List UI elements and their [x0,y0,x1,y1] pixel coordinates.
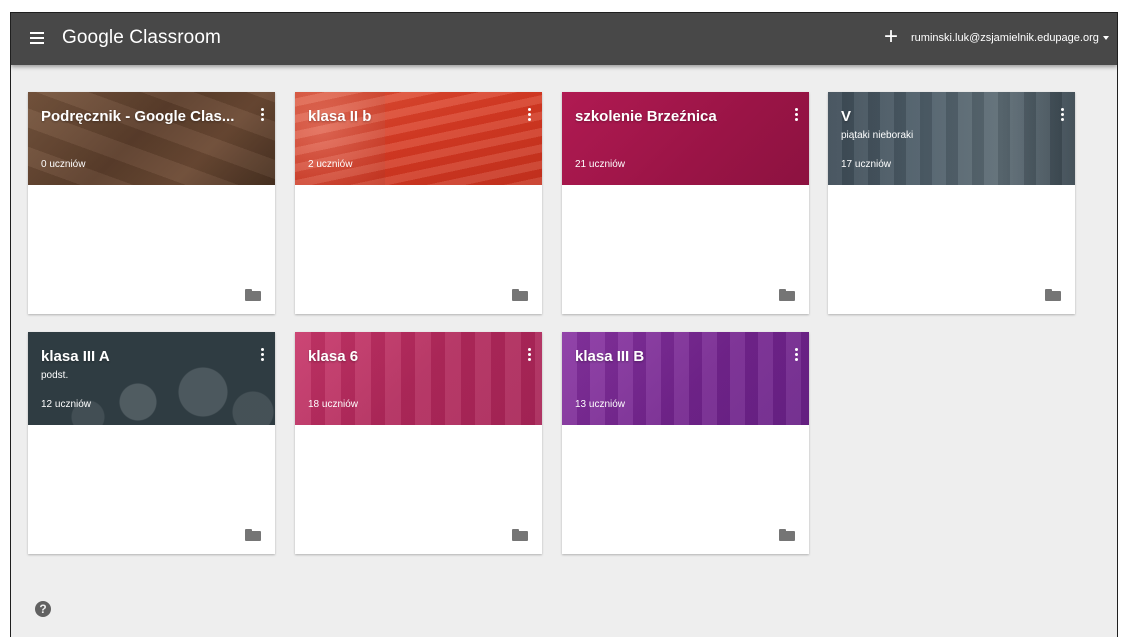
class-card-klasa-iii-b[interactable]: klasa III B 13 uczniów [562,332,809,554]
student-count: 0 uczniów [41,159,86,170]
account-switcher[interactable]: ruminski.luk@zsjamielnik.edupage.org [911,32,1109,44]
classroom-window: Google Classroom + ruminski.luk@zsjamiel… [10,12,1118,637]
class-title[interactable]: V [841,108,1041,125]
folder-icon[interactable] [1045,289,1061,301]
class-title[interactable]: klasa II b [308,108,508,125]
folder-icon[interactable] [245,289,261,301]
folder-icon[interactable] [245,529,261,541]
top-app-bar: Google Classroom + ruminski.luk@zsjamiel… [11,13,1117,65]
student-count: 18 uczniów [308,399,359,410]
folder-icon[interactable] [779,289,795,301]
class-card-v[interactable]: V piątaki nieboraki 17 uczniów [828,92,1075,314]
class-title[interactable]: klasa III B [575,348,775,365]
class-card-header[interactable]: klasa III A podst. 12 uczniów [28,332,275,425]
student-count: 17 uczniów [841,159,892,170]
more-vert-icon[interactable] [526,108,532,122]
class-title[interactable]: szkolenie Brzeźnica [575,108,775,125]
student-count: 12 uczniów [41,399,92,410]
class-card-header[interactable]: szkolenie Brzeźnica 21 uczniów [562,92,809,185]
more-vert-icon[interactable] [1059,108,1065,122]
app-title[interactable]: Google Classroom [62,27,221,49]
class-title[interactable]: Podręcznik - Google Clas... [41,108,241,125]
folder-icon[interactable] [512,529,528,541]
class-card-header[interactable]: Podręcznik - Google Clas... 0 uczniów [28,92,275,185]
menu-icon[interactable] [30,32,44,44]
help-icon[interactable]: ? [35,601,51,617]
class-section: podst. [41,370,69,381]
class-card-podrecznik[interactable]: Podręcznik - Google Clas... 0 uczniów [28,92,275,314]
student-count: 21 uczniów [575,159,626,170]
class-card-header[interactable]: klasa II b 2 uczniów [295,92,542,185]
class-card-header[interactable]: V piątaki nieboraki 17 uczniów [828,92,1075,185]
class-card-header[interactable]: klasa III B 13 uczniów [562,332,809,425]
more-vert-icon[interactable] [259,108,265,122]
class-card-klasa-6[interactable]: klasa 6 18 uczniów [295,332,542,554]
more-vert-icon[interactable] [793,108,799,122]
more-vert-icon[interactable] [526,348,532,362]
class-card-klasa-ii-b[interactable]: klasa II b 2 uczniów [295,92,542,314]
class-card-klasa-iii-a[interactable]: klasa III A podst. 12 uczniów [28,332,275,554]
folder-icon[interactable] [512,289,528,301]
account-email: ruminski.luk@zsjamielnik.edupage.org [911,32,1099,44]
more-vert-icon[interactable] [793,348,799,362]
caret-down-icon [1102,36,1109,41]
class-title[interactable]: klasa 6 [308,348,508,365]
more-vert-icon[interactable] [259,348,265,362]
student-count: 13 uczniów [575,399,626,410]
class-card-header[interactable]: klasa 6 18 uczniów [295,332,542,425]
class-card-szkolenie-brzeznica[interactable]: szkolenie Brzeźnica 21 uczniów [562,92,809,314]
add-icon[interactable]: + [879,25,903,49]
folder-icon[interactable] [779,529,795,541]
class-section: piątaki nieboraki [841,130,914,141]
class-title[interactable]: klasa III A [41,348,241,365]
student-count: 2 uczniów [308,159,353,170]
